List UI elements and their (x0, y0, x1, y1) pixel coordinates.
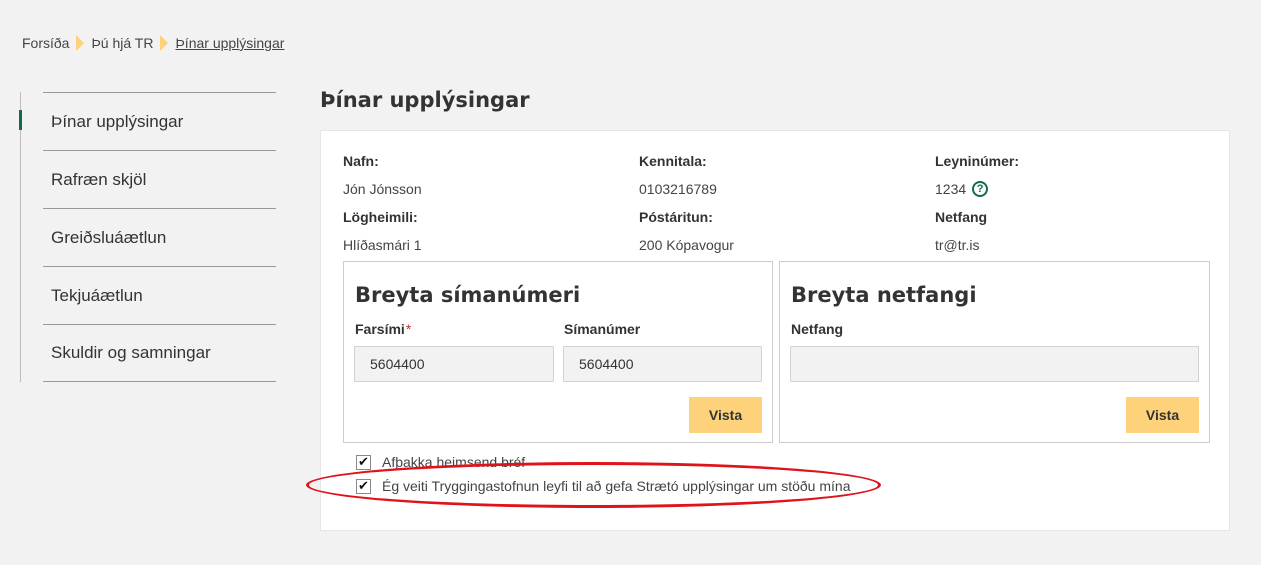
sidebar-item-income-plan[interactable]: Tekjuáætlun (43, 266, 276, 324)
kennitala-value: 0103216789 (639, 181, 717, 197)
kennitala-field: Kennitala: 0103216789 (639, 153, 717, 197)
strato-consent-label: Ég veiti Tryggingastofnun leyfi til að g… (382, 478, 851, 494)
breadcrumb: Forsíða Þú hjá TR Þínar upplýsingar (22, 35, 284, 51)
change-phone-card: Breyta símanúmeri Farsími* Símanúmer Vis… (343, 261, 773, 443)
sidebar-item-label: Þínar upplýsingar (51, 111, 184, 131)
checkbox-checked[interactable]: ✔ (356, 454, 371, 470)
sidebar-item-your-info[interactable]: Þínar upplýsingar (19, 92, 276, 150)
sidebar-item-label: Rafræn skjöl (51, 169, 147, 189)
checkbox-checked[interactable]: ✔ (356, 478, 371, 494)
kennitala-label: Kennitala: (639, 153, 707, 169)
decline-letters-option[interactable]: ✔ Afþakka heimsend bréf (356, 454, 525, 470)
email-input[interactable] (790, 346, 1199, 382)
phone-input[interactable] (563, 346, 762, 382)
change-email-title: Breyta netfangi (791, 283, 977, 307)
name-label: Nafn: (343, 153, 379, 169)
breadcrumb-home-link[interactable]: Forsíða (22, 35, 69, 51)
address-label: Lögheimili: (343, 209, 418, 225)
sidebar-item-label: Tekjuáætlun (51, 285, 143, 305)
email-value: tr@tr.is (935, 237, 980, 253)
change-phone-title: Breyta símanúmeri (355, 283, 581, 307)
sidebar-item-label: Skuldir og samningar (51, 343, 211, 362)
name-field: Nafn: Jón Jónsson (343, 153, 422, 197)
pin-value-row: 1234 ? (935, 181, 1019, 197)
required-marker: * (405, 321, 412, 337)
decline-letters-label: Afþakka heimsend bréf (382, 454, 526, 470)
sidebar-item-debts-agreements[interactable]: Skuldir og samningar (43, 324, 276, 382)
breadcrumb-arrow-icon (76, 35, 85, 51)
mobile-label-row: Farsími* (355, 321, 411, 337)
sidebar-item-electronic-documents[interactable]: Rafræn skjöl (43, 150, 276, 208)
phone-label: Símanúmer (564, 321, 641, 337)
breadcrumb-section-link[interactable]: Þú hjá TR (91, 35, 153, 51)
pin-field: Leyninúmer: 1234 ? (935, 153, 1019, 197)
address-value: Hlíðasmári 1 (343, 237, 422, 253)
question-circle-icon[interactable]: ? (972, 181, 989, 197)
address-field: Lögheimili: Hlíðasmári 1 (343, 209, 422, 253)
sidebar-item-label: Greiðsluáætlun (51, 227, 167, 247)
mobile-label: Farsími (355, 321, 405, 337)
breadcrumb-current-link[interactable]: Þínar upplýsingar (175, 35, 284, 51)
save-phone-button[interactable]: Vista (689, 397, 762, 433)
save-email-button[interactable]: Vista (1126, 397, 1199, 433)
pin-label: Leyninúmer: (935, 153, 1020, 169)
postal-field: Póstáritun: 200 Kópavogur (639, 209, 734, 253)
postal-value: 200 Kópavogur (639, 237, 734, 253)
pin-value: 1234 (935, 181, 967, 197)
email-input-label: Netfang (791, 321, 844, 337)
email-label: Netfang (935, 209, 988, 225)
strato-consent-option[interactable]: ✔ Ég veiti Tryggingastofnun leyfi til að… (356, 478, 850, 494)
page-title: Þínar upplýsingar (320, 88, 530, 112)
postal-label: Póstáritun: (639, 209, 713, 225)
change-email-card: Breyta netfangi Netfang Vista (779, 261, 1210, 443)
email-field: Netfang tr@tr.is (935, 209, 987, 253)
sidebar-item-payment-plan[interactable]: Greiðsluáætlun (43, 208, 276, 266)
breadcrumb-arrow-icon (160, 35, 169, 51)
sidebar-nav: Þínar upplýsingar Rafræn skjöl Greiðsluá… (19, 92, 276, 382)
info-panel: Nafn: Jón Jónsson Kennitala: 0103216789 … (320, 130, 1230, 531)
mobile-input[interactable] (354, 346, 554, 382)
name-value: Jón Jónsson (343, 181, 422, 197)
